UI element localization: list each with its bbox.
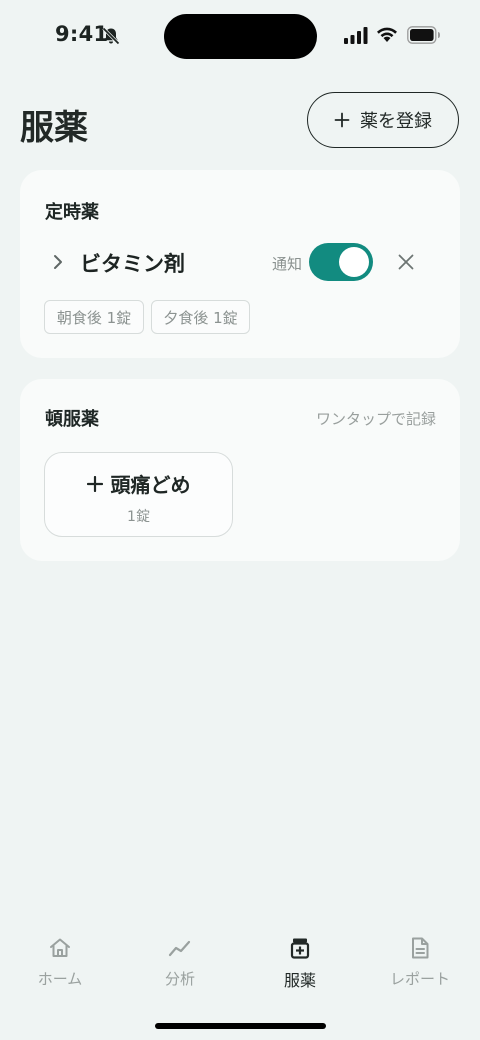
home-icon	[50, 938, 70, 957]
cellular-signal-icon	[344, 27, 368, 44]
tab-home[interactable]: ホーム	[0, 930, 120, 994]
dose-chip-evening: 夕食後 1錠	[151, 300, 250, 334]
register-button-label: 薬を登録	[360, 111, 432, 132]
tab-report[interactable]: レポート	[360, 930, 480, 994]
plus-icon	[86, 475, 103, 492]
tab-bar: ホーム 分析 服薬 レポート	[0, 930, 480, 1000]
register-medicine-button[interactable]: 薬を登録	[307, 92, 459, 148]
toggle-knob	[339, 247, 369, 277]
tab-medicine-label: 服薬	[283, 971, 316, 990]
as-needed-medicine-card: 頓服薬 ワンタップで記録 頭痛どめ 1錠	[20, 379, 460, 561]
quick-medicine-name: 頭痛どめ	[110, 473, 191, 497]
battery-icon	[407, 26, 440, 44]
wifi-icon	[377, 27, 397, 42]
close-icon[interactable]	[397, 253, 415, 271]
chevron-right-icon[interactable]	[51, 253, 65, 271]
chart-line-icon	[168, 940, 191, 957]
quick-medicine-dose: 1錠	[127, 509, 150, 525]
tab-analytics[interactable]: 分析	[120, 930, 240, 994]
bell-slash-icon	[102, 27, 120, 45]
scheduled-section-title: 定時薬	[45, 202, 99, 223]
tab-home-label: ホーム	[37, 970, 83, 988]
medicine-row: ビタミン剤 通知	[20, 242, 460, 282]
home-indicator	[155, 1023, 326, 1029]
tab-medicine[interactable]: 服薬	[240, 930, 360, 994]
scheduled-medicine-card: 定時薬 ビタミン剤 通知 朝食後 1錠 夕食後 1錠	[20, 170, 460, 358]
as-needed-section-title: 頓服薬	[45, 409, 99, 430]
tab-analytics-label: 分析	[164, 970, 195, 988]
medicine-icon	[290, 938, 310, 959]
dynamic-island	[164, 14, 317, 59]
page-title: 服薬	[20, 108, 88, 148]
one-tap-hint: ワンタップで記録	[315, 410, 436, 428]
notify-toggle[interactable]	[309, 243, 373, 281]
quick-record-button[interactable]: 頭痛どめ 1錠	[44, 452, 233, 537]
notify-label: 通知	[272, 255, 303, 273]
document-icon	[412, 937, 429, 959]
plus-icon	[334, 112, 350, 128]
tab-report-label: レポート	[389, 970, 450, 988]
medicine-name[interactable]: ビタミン剤	[80, 248, 185, 278]
status-bar: 9:41	[0, 0, 480, 72]
dose-chip-morning: 朝食後 1錠	[44, 300, 144, 334]
quick-record-label-row: 頭痛どめ	[45, 469, 232, 498]
